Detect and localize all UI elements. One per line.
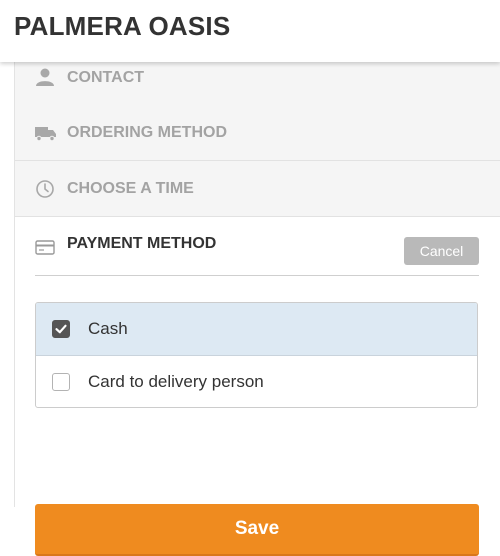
- payment-method-label: PAYMENT METHOD: [67, 235, 217, 252]
- payment-method-header: PAYMENT METHOD Cancel: [35, 217, 479, 276]
- checkbox-checked-icon[interactable]: [52, 320, 70, 338]
- payment-option-cash[interactable]: Cash: [36, 303, 477, 356]
- step-choose-time-label: CHOOSE A TIME: [67, 180, 194, 197]
- delivery-truck-icon: [35, 123, 56, 143]
- restaurant-title: PALMERA OASIS: [14, 11, 231, 41]
- app-header: PALMERA OASIS: [0, 0, 500, 62]
- payment-option-card-label: Card to delivery person: [88, 372, 264, 391]
- step-choose-time[interactable]: CHOOSE A TIME: [15, 161, 500, 217]
- step-ordering-method-label: ORDERING METHOD: [67, 124, 227, 141]
- payment-option-card-to-delivery-person[interactable]: Card to delivery person: [36, 356, 477, 407]
- save-button[interactable]: Save: [35, 504, 479, 556]
- payment-options-list: Cash Card to delivery person: [35, 302, 478, 408]
- step-ordering-method[interactable]: ORDERING METHOD: [15, 105, 500, 161]
- checkout-panel: CONTACT ORDERING METHOD CHOOSE A TIME PA…: [14, 62, 500, 556]
- payment-option-cash-label: Cash: [88, 319, 128, 338]
- clock-icon: [35, 179, 55, 199]
- step-payment-method: PAYMENT METHOD Cancel Cash Card to deliv…: [15, 217, 500, 556]
- credit-card-icon: [35, 237, 55, 257]
- step-contact-label: CONTACT: [67, 69, 145, 86]
- user-icon: [35, 67, 55, 87]
- checkbox-unchecked-icon[interactable]: [52, 373, 70, 391]
- cancel-button[interactable]: Cancel: [404, 237, 479, 265]
